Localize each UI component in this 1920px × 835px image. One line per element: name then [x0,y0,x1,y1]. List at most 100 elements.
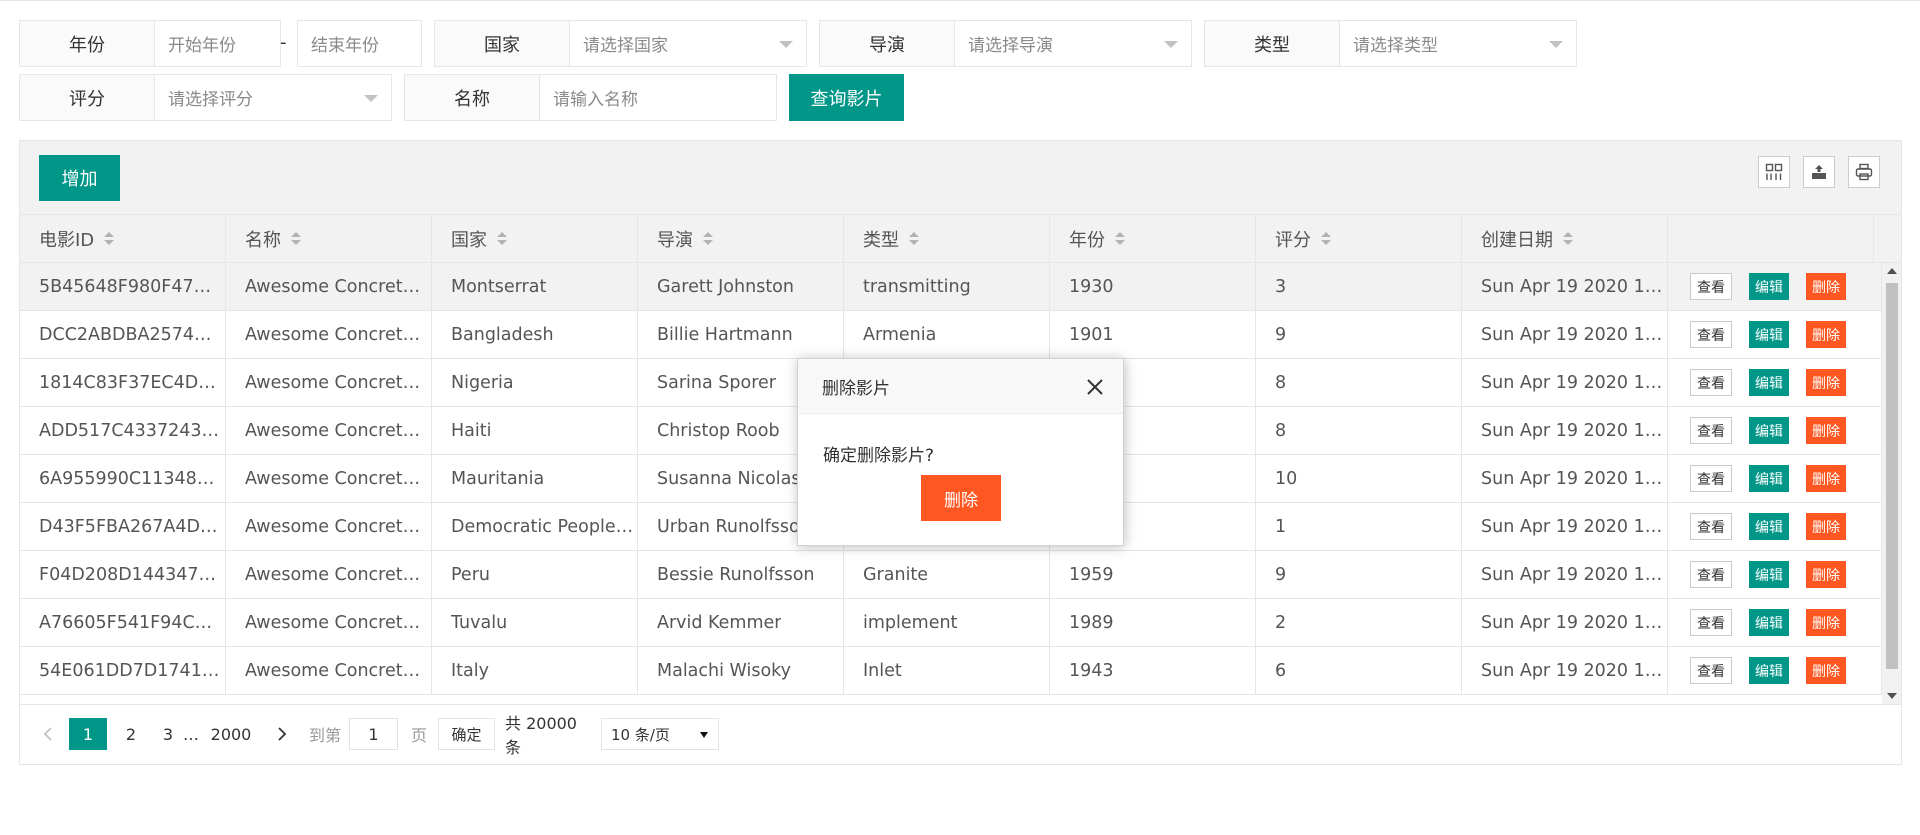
view-button[interactable]: 查看 [1690,657,1732,684]
table-row[interactable]: DCC2ABDBA2574… Awesome Concret… Bangladesh… [20,311,1882,359]
page-size-select[interactable]: 10 条/页 [601,718,719,750]
next-page-icon[interactable] [270,718,294,750]
goto-confirm-button[interactable]: 确定 [438,718,495,750]
sort-icon[interactable] [104,231,115,246]
delete-button[interactable]: 删除 [1806,561,1846,588]
delete-button[interactable]: 删除 [1806,609,1846,636]
sort-icon[interactable] [1321,231,1331,246]
column-header-created-date[interactable]: 创建日期 [1462,215,1668,262]
column-header-genre[interactable]: 类型 [844,215,1050,262]
cell-text: D43F5FBA267A4D… [39,516,218,537]
edit-button[interactable]: 编辑 [1749,561,1789,588]
country-select-placeholder: 请选择国家 [583,36,668,56]
delete-button[interactable]: 删除 [1806,321,1846,348]
table-scrollbar[interactable] [1882,263,1901,704]
add-button[interactable]: 增加 [39,155,120,201]
column-header-name[interactable]: 名称 [226,215,432,262]
sort-icon[interactable] [1115,231,1125,246]
column-header-year[interactable]: 年份 [1050,215,1256,262]
cell-text: 9 [1275,324,1287,345]
goto-page-input[interactable]: 1 [349,718,398,750]
print-icon[interactable] [1848,156,1880,188]
scrollbar-thumb[interactable] [1886,283,1898,669]
cell-text: Urban Runolfsson [657,516,811,537]
delete-button[interactable]: 删除 [1806,513,1846,540]
query-movies-button[interactable]: 查询影片 [789,74,904,121]
edit-button[interactable]: 编辑 [1749,369,1789,396]
confirm-delete-button[interactable]: 删除 [921,475,1001,521]
dialog-header: 删除影片 [798,359,1123,414]
cell-text: Bangladesh [451,324,554,345]
director-select[interactable]: 请选择导演 [955,21,1191,66]
column-header-director[interactable]: 导演 [638,215,844,262]
rating-select[interactable]: 请选择评分 [155,75,391,120]
view-button[interactable]: 查看 [1690,513,1732,540]
cell-text: Awesome Concret… [245,372,421,393]
prev-page-icon[interactable] [36,718,60,750]
page-unit-label: 页 [410,726,427,745]
scroll-down-icon[interactable] [1887,693,1897,699]
genre-select[interactable]: 请选择类型 [1340,21,1576,66]
sort-icon[interactable] [703,231,713,246]
delete-button[interactable]: 删除 [1806,417,1846,444]
view-button[interactable]: 查看 [1690,561,1732,588]
cell-text: Mauritania [451,468,545,489]
name-label: 名称 [405,75,540,120]
table-row[interactable]: A76605F541F94C… Awesome Concret… Tuvalu Arv… [20,599,1882,647]
rating-select-placeholder: 请选择评分 [168,90,253,110]
name-input[interactable]: 请输入名称 [540,75,776,120]
edit-button[interactable]: 编辑 [1749,321,1789,348]
table-row[interactable]: 5B45648F980F47… Awesome Concret… Montserra… [20,263,1882,311]
delete-button[interactable]: 删除 [1806,657,1846,684]
rating-cell: 6 [1256,647,1462,694]
cell-text: 6A955990C113488… [39,468,225,489]
sort-icon[interactable] [1563,231,1573,246]
export-icon[interactable] [1803,156,1835,188]
sort-icon[interactable] [909,231,919,246]
close-icon[interactable] [1086,378,1104,396]
cell-text: Awesome Concret… [245,324,421,345]
page-2[interactable]: 2 [116,718,146,750]
edit-button[interactable]: 编辑 [1749,417,1789,444]
delete-button[interactable]: 删除 [1806,273,1846,300]
genre-cell: transmitting [844,263,1050,310]
page-last[interactable]: 2000 [203,718,259,750]
view-button[interactable]: 查看 [1690,321,1732,348]
edit-button[interactable]: 编辑 [1749,465,1789,492]
table-row[interactable]: F04D208D144347… Awesome Concret… Peru Bessi… [20,551,1882,599]
country-select[interactable]: 请选择国家 [570,21,806,66]
year-start-input[interactable]: 开始年份 [155,21,280,66]
column-header-country[interactable]: 国家 [432,215,638,262]
edit-button[interactable]: 编辑 [1749,513,1789,540]
table-row[interactable]: 54E061DD7D1741… Awesome Concret… Italy Mala… [20,647,1882,695]
edit-button[interactable]: 编辑 [1749,657,1789,684]
column-header-rating[interactable]: 评分 [1256,215,1462,262]
sort-icon[interactable] [291,231,301,246]
cell-text: Sun Apr 19 2020 1… [1481,420,1663,441]
director-select-placeholder: 请选择导演 [968,36,1053,56]
edit-button[interactable]: 编辑 [1749,609,1789,636]
column-header-id[interactable]: 电影ID [20,215,226,262]
view-button[interactable]: 查看 [1690,417,1732,444]
delete-button[interactable]: 删除 [1806,465,1846,492]
scroll-up-icon[interactable] [1887,268,1897,274]
page-3[interactable]: 3 [153,718,183,750]
column-header-label: 年份 [1069,229,1105,251]
cell-text: Awesome Concret… [245,468,421,489]
view-button[interactable]: 查看 [1690,609,1732,636]
view-button[interactable]: 查看 [1690,369,1732,396]
year-end-input[interactable]: 结束年份 [297,20,422,67]
cell-text: Billie Hartmann [657,324,793,345]
view-button[interactable]: 查看 [1690,273,1732,300]
view-button[interactable]: 查看 [1690,465,1732,492]
edit-button[interactable]: 编辑 [1749,273,1789,300]
delete-button[interactable]: 删除 [1806,369,1846,396]
cell-text: Tuvalu [451,612,508,633]
row-actions: 查看 编辑 删除 [1690,551,1846,598]
cell-text: implement [863,612,958,633]
country-cell: Mauritania [432,455,638,502]
sort-icon[interactable] [497,231,507,246]
page-1[interactable]: 1 [69,718,107,750]
movie-id-cell: A76605F541F94C… [20,599,226,646]
columns-filter-icon[interactable] [1758,156,1790,188]
